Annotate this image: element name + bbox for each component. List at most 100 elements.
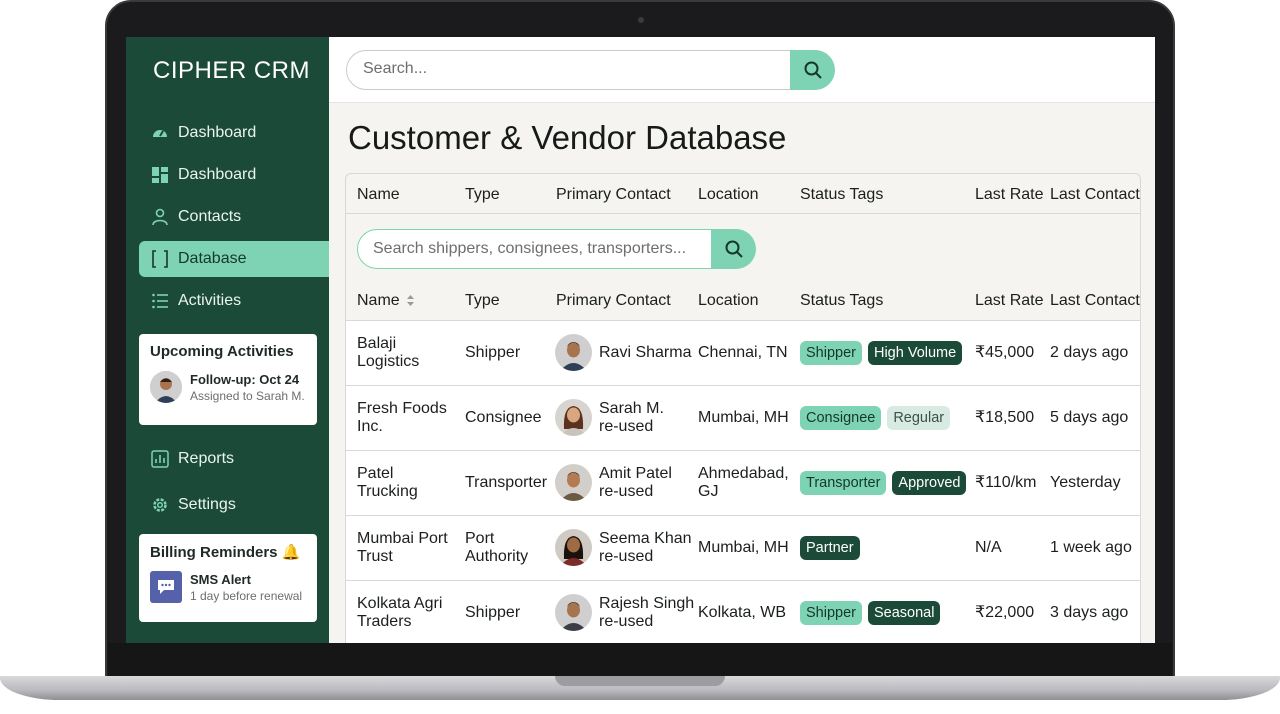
table-row[interactable]: Kolkata Agri Traders Shipper Rajesh Singh re… — [346, 580, 1140, 643]
search-input[interactable] — [363, 60, 783, 78]
column-header[interactable]: Status Tags — [800, 292, 883, 310]
cell-status-tags: Transporter Approved — [800, 471, 972, 495]
cell-type-line: Consignee — [465, 409, 542, 426]
upcoming-activities-title: Upcoming Activities — [150, 343, 294, 360]
cell-last-rate: ₹22,000 — [975, 604, 1035, 621]
status-badge[interactable]: Shipper — [800, 601, 862, 625]
sidebar-item-label: Contacts — [178, 208, 242, 225]
table-row[interactable]: Balaji Logistics Shipper Ravi Sharma Chennai… — [346, 320, 1140, 385]
upcoming-activities-card[interactable]: Upcoming Activities Follow-up: Oct 24 As… — [139, 334, 317, 425]
cell-primary-contact-line: re-used — [599, 483, 654, 500]
cell-primary-contact: Ravi Sharma — [599, 344, 691, 362]
cell-primary-contact-line: Rajesh Singh — [599, 595, 695, 612]
cell-status-tags: Consignee Regular — [800, 406, 956, 430]
upcoming-activity-item[interactable]: Follow-up: Oct 24 Assigned to Sarah M. — [139, 360, 317, 403]
laptop-notch — [555, 676, 725, 686]
column-header[interactable]: Status Tags — [800, 186, 883, 204]
table-row[interactable]: Patel Trucking Transporter Amit Patel re-use… — [346, 450, 1140, 515]
status-badge[interactable]: Consignee — [800, 406, 882, 430]
cell-type: Transporter — [465, 474, 547, 492]
column-header[interactable]: Location — [698, 292, 759, 310]
cell-location-line: Ahmedabad, — [698, 465, 789, 482]
sidebar-item-label: Database — [178, 250, 247, 267]
sidebar-item-label: Settings — [178, 496, 236, 513]
sidebar-item-database[interactable]: Database — [139, 241, 329, 277]
billing-reminder-title: SMS Alert — [190, 571, 251, 587]
search-icon — [804, 61, 822, 79]
camera-dot — [638, 17, 644, 23]
person-icon — [151, 208, 169, 226]
column-header[interactable]: Type — [465, 292, 500, 310]
bracket-icon — [151, 250, 169, 268]
avatar — [555, 334, 592, 371]
cell-primary-contact-line: Ravi Sharma — [599, 344, 692, 361]
table-header: Name Type Primary Contact Location Statu… — [346, 280, 1140, 320]
status-badge[interactable]: High Volume — [867, 341, 963, 365]
sidebar-item-dashboard-grid[interactable]: Dashboard — [139, 157, 329, 193]
app-screen: CIPHER CRM Dashboard Dashboard Contacts … — [126, 37, 1155, 643]
cell-last-contact: 2 days ago — [1050, 344, 1129, 361]
cell-primary-contact-line: Sarah M. — [599, 400, 664, 417]
cell-name-line: Patel — [357, 465, 394, 482]
status-badge[interactable]: Shipper — [800, 341, 862, 365]
cell-name: Mumbai Port Trust — [357, 530, 448, 566]
column-header[interactable]: Primary Contact — [556, 186, 671, 204]
table-row[interactable]: Mumbai Port Trust Port Authority Seema Khan r… — [346, 515, 1140, 580]
cell-last-rate: N/A — [975, 539, 1002, 556]
cell-status-tags: Partner — [800, 536, 866, 560]
column-header[interactable]: Last Rate — [975, 292, 1043, 310]
sidebar-item-activities[interactable]: Activities — [139, 283, 329, 319]
cell-type: Consignee — [465, 409, 542, 427]
sidebar-item-settings[interactable]: Settings — [139, 487, 329, 523]
column-header[interactable]: Name — [357, 186, 400, 204]
cell-location: Kolkata, WB — [698, 604, 786, 622]
column-header[interactable]: Type — [465, 186, 500, 204]
cell-name: Patel Trucking — [357, 465, 418, 501]
cell-primary-contact-line: re-used — [599, 548, 654, 565]
billing-reminders-card[interactable]: Billing Reminders 🔔 SMS Alert 1 day befo… — [139, 534, 317, 622]
sidebar-item-reports[interactable]: Reports — [139, 441, 329, 477]
status-badge[interactable]: Approved — [892, 471, 967, 495]
search-button[interactable] — [790, 50, 835, 90]
status-badge[interactable]: Partner — [800, 536, 860, 560]
sms-icon — [150, 571, 182, 603]
cell-type-line: Shipper — [465, 604, 521, 621]
app-title: CIPHER CRM — [153, 57, 311, 84]
chart-icon — [151, 450, 169, 468]
column-header-name[interactable]: Name — [357, 292, 415, 310]
table-search-input[interactable] — [373, 240, 703, 258]
column-header[interactable]: Last Rate — [975, 186, 1043, 204]
cell-primary-contact: Seema Khan re-used — [599, 530, 692, 566]
billing-reminder-item[interactable]: SMS Alert 1 day before renewal — [139, 561, 317, 603]
cell-last-rate: ₹110/km — [975, 474, 1037, 491]
status-badge[interactable]: Regular — [887, 406, 951, 430]
column-header[interactable]: Last Contact — [1050, 186, 1140, 204]
avatar — [555, 594, 592, 631]
database-table: Name Type Primary Contact Location Statu… — [345, 173, 1141, 643]
column-header[interactable]: Last Contact — [1050, 292, 1140, 310]
status-badge[interactable]: Seasonal — [867, 601, 941, 625]
sidebar-item-dashboard[interactable]: Dashboard — [139, 115, 329, 151]
sidebar-item-label: Dashboard — [178, 124, 257, 141]
search-icon — [725, 240, 743, 258]
table-row[interactable]: Fresh Foods Inc. Consignee Sarah M. re-used M… — [346, 385, 1140, 450]
upcoming-activity-title: Follow-up: Oct 24 — [190, 371, 300, 387]
column-header-label: Name — [357, 292, 400, 309]
status-badge[interactable]: Transporter — [800, 471, 887, 495]
gear-icon — [151, 496, 169, 514]
column-header[interactable]: Primary Contact — [556, 292, 671, 310]
cell-type: Port Authority — [465, 530, 528, 566]
table-search-button[interactable] — [711, 229, 756, 269]
cell-location: Chennai, TN — [698, 344, 788, 362]
cell-name: Kolkata Agri Traders — [357, 595, 442, 631]
cell-name-line: Trucking — [357, 483, 418, 500]
cell-location: Mumbai, MH — [698, 539, 789, 557]
sidebar-item-contacts[interactable]: Contacts — [139, 199, 329, 235]
cell-name-line: Traders — [357, 613, 412, 630]
cell-name-line: Fresh Foods — [357, 400, 447, 417]
cell-location-line: Mumbai, MH — [698, 539, 789, 556]
cell-name-line: Mumbai Port — [357, 530, 448, 547]
top-bar — [329, 37, 1155, 103]
column-header[interactable]: Location — [698, 186, 759, 204]
cell-location: Ahmedabad, GJ — [698, 465, 789, 501]
